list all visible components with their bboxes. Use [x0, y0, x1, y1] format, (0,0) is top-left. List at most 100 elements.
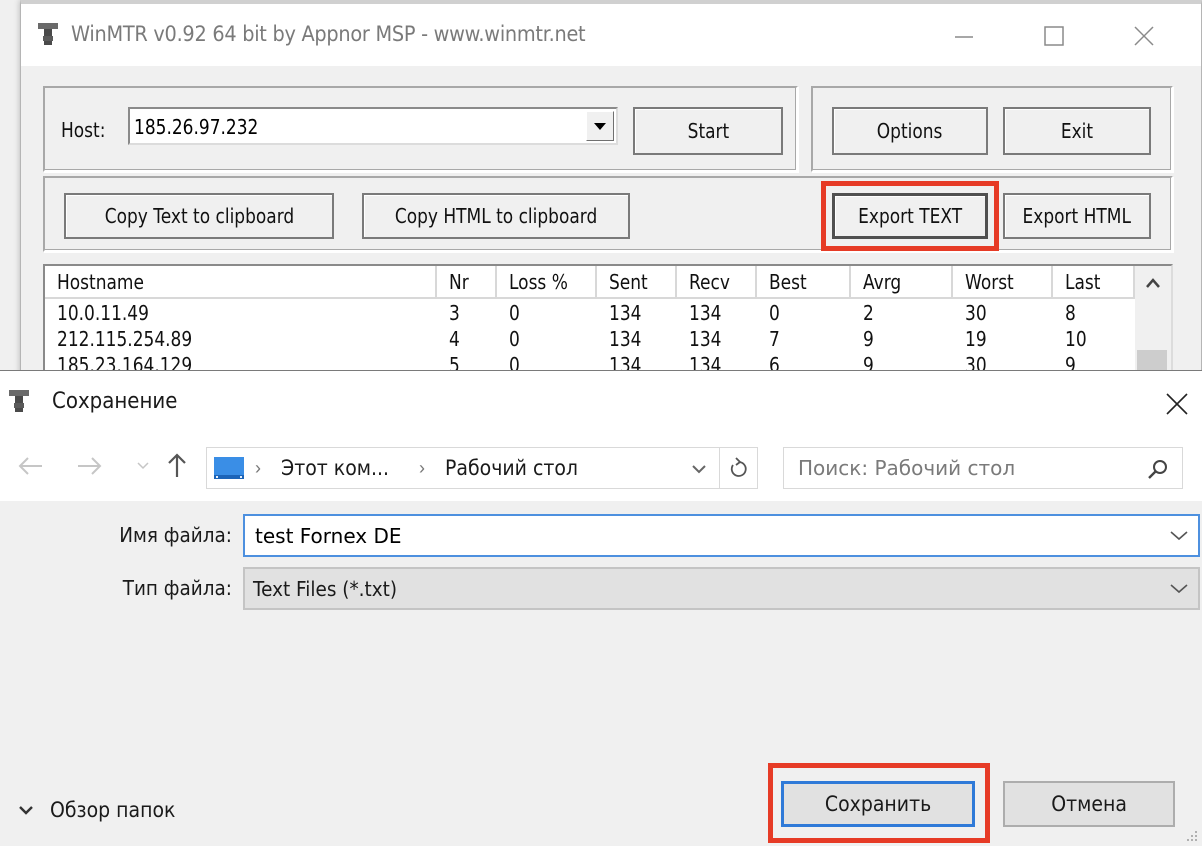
chevron-up-icon — [1146, 278, 1160, 288]
table-cell: 134 — [677, 300, 757, 326]
host-label: Host: — [61, 118, 106, 142]
column-header-nr[interactable]: Nr — [437, 266, 497, 299]
column-header-loss[interactable]: Loss % — [497, 266, 597, 299]
options-button-label: Options — [877, 119, 943, 143]
winmtr-window: WinMTR v0.92 64 bit by Appnor MSP - www.… — [20, 0, 1202, 394]
table-cell: 7 — [757, 326, 851, 352]
export-html-button[interactable]: Export HTML — [1003, 193, 1151, 239]
column-header-hostname[interactable]: Hostname — [45, 266, 437, 299]
table-cell: 212.115.254.89 — [45, 326, 437, 352]
search-box[interactable] — [783, 447, 1183, 489]
breadcrumb-separator-icon: › — [419, 458, 425, 478]
address-bar[interactable]: › Этот ком... › Рабочий стол — [206, 447, 758, 489]
table-cell: 8 — [1053, 300, 1135, 326]
browse-folders-label: Обзор папок — [50, 798, 176, 822]
filename-combobox[interactable] — [243, 514, 1200, 557]
address-history-button[interactable] — [685, 456, 713, 482]
cell-value: 10.0.11.49 — [57, 301, 149, 325]
column-header-last[interactable]: Last — [1053, 266, 1135, 299]
copy-html-button[interactable]: Copy HTML to clipboard — [362, 193, 630, 239]
table-cell: 2 — [851, 300, 953, 326]
cell-value: 134 — [609, 301, 642, 325]
host-value[interactable]: 185.26.97.232 — [134, 115, 258, 139]
scroll-up-button[interactable] — [1135, 266, 1171, 300]
export-text-highlight — [821, 181, 999, 251]
column-header-label: Sent — [609, 270, 648, 294]
cell-value: 2 — [863, 301, 874, 325]
column-header-label: Loss % — [509, 270, 568, 294]
breadcrumb-separator-icon: › — [255, 458, 261, 478]
minimize-button[interactable] — [941, 18, 987, 54]
recent-locations-button[interactable] — [126, 449, 160, 483]
filename-input[interactable] — [255, 516, 1135, 555]
winmtr-titlebar[interactable]: WinMTR v0.92 64 bit by Appnor MSP - www.… — [21, 4, 1201, 66]
options-button[interactable]: Options — [832, 107, 988, 155]
table-cell: 10 — [1053, 326, 1135, 352]
refresh-button[interactable] — [719, 448, 757, 488]
chevron-down-icon — [692, 465, 706, 474]
start-button[interactable]: Start — [633, 107, 783, 155]
save-dialog-close-button[interactable] — [1160, 387, 1194, 421]
column-header-worst[interactable]: Worst — [953, 266, 1053, 299]
column-header-label: Recv — [689, 270, 730, 294]
maximize-icon — [1044, 26, 1064, 46]
filename-dropdown-button[interactable] — [1168, 526, 1190, 546]
column-header-best[interactable]: Best — [757, 266, 851, 299]
dropdown-arrow-icon — [594, 122, 606, 130]
save-dialog: Сохранение › Этот ком... › Рабочий стол … — [0, 370, 1202, 846]
cell-value: 134 — [689, 301, 722, 325]
arrow-up-icon — [168, 453, 186, 477]
filetype-select[interactable]: Text Files (*.txt) — [243, 567, 1200, 610]
cell-value: 30 — [965, 301, 987, 325]
column-header-label: Best — [769, 270, 807, 294]
host-combobox[interactable]: 185.26.97.232 — [128, 107, 618, 145]
column-header-label: Hostname — [57, 270, 144, 294]
export-html-button-label: Export HTML — [1022, 204, 1132, 228]
copy-text-button[interactable]: Copy Text to clipboard — [64, 193, 334, 239]
save-dialog-title: Сохранение — [52, 389, 178, 414]
save-dialog-titlebar[interactable]: Сохранение — [0, 371, 1202, 435]
cell-value: 134 — [689, 327, 722, 351]
column-header-label: Nr — [449, 270, 469, 294]
exit-button-label: Exit — [1060, 119, 1094, 143]
table-cell: 134 — [597, 326, 677, 352]
host-dropdown-button[interactable] — [586, 111, 614, 141]
cell-value: 10 — [1065, 327, 1087, 351]
winmtr-app-icon — [38, 23, 58, 45]
close-button[interactable] — [1121, 18, 1167, 54]
breadcrumb-this-pc[interactable]: Этот ком... — [281, 456, 389, 480]
maximize-button[interactable] — [1031, 18, 1077, 54]
copy-html-button-label: Copy HTML to clipboard — [394, 204, 598, 228]
filetype-dropdown-button[interactable] — [1168, 579, 1190, 599]
table-cell: 134 — [677, 326, 757, 352]
search-input[interactable] — [798, 448, 1138, 488]
back-button[interactable] — [14, 449, 48, 483]
close-icon — [1134, 26, 1154, 46]
column-header-label: Last — [1065, 270, 1101, 294]
cell-value: 0 — [769, 301, 780, 325]
forward-button[interactable] — [72, 449, 106, 483]
navigation-bar: › Этот ком... › Рабочий стол — [0, 435, 1202, 501]
filetype-value: Text Files (*.txt) — [253, 577, 398, 601]
table-row[interactable]: 212.115.254.89 4 0 134 134 7 9 19 10 — [45, 326, 1135, 352]
cancel-button[interactable]: Отмена — [1003, 781, 1175, 827]
up-button[interactable] — [160, 449, 194, 483]
table-cell: 134 — [597, 300, 677, 326]
column-header-avrg[interactable]: Avrg — [851, 266, 953, 299]
chevron-down-icon — [1170, 531, 1188, 541]
cancel-button-label: Отмена — [1051, 792, 1127, 816]
breadcrumb-desktop[interactable]: Рабочий стол — [445, 456, 578, 480]
table-row[interactable]: 10.0.11.49 3 0 134 134 0 2 30 8 — [45, 300, 1135, 326]
resize-grip-icon[interactable] — [1184, 828, 1198, 842]
cell-value: 212.115.254.89 — [57, 327, 193, 351]
column-header-recv[interactable]: Recv — [677, 266, 757, 299]
column-header-sent[interactable]: Sent — [597, 266, 677, 299]
column-header-label: Worst — [965, 270, 1014, 294]
browse-folders-toggle[interactable]: Обзор папок — [16, 795, 189, 825]
filename-label: Имя файла: — [119, 523, 232, 547]
exit-button[interactable]: Exit — [1003, 107, 1151, 155]
window-title: WinMTR v0.92 64 bit by Appnor MSP - www.… — [71, 22, 586, 46]
winmtr-app-icon — [9, 390, 29, 412]
chevron-down-icon — [1170, 584, 1188, 594]
table-cell: 30 — [953, 300, 1053, 326]
